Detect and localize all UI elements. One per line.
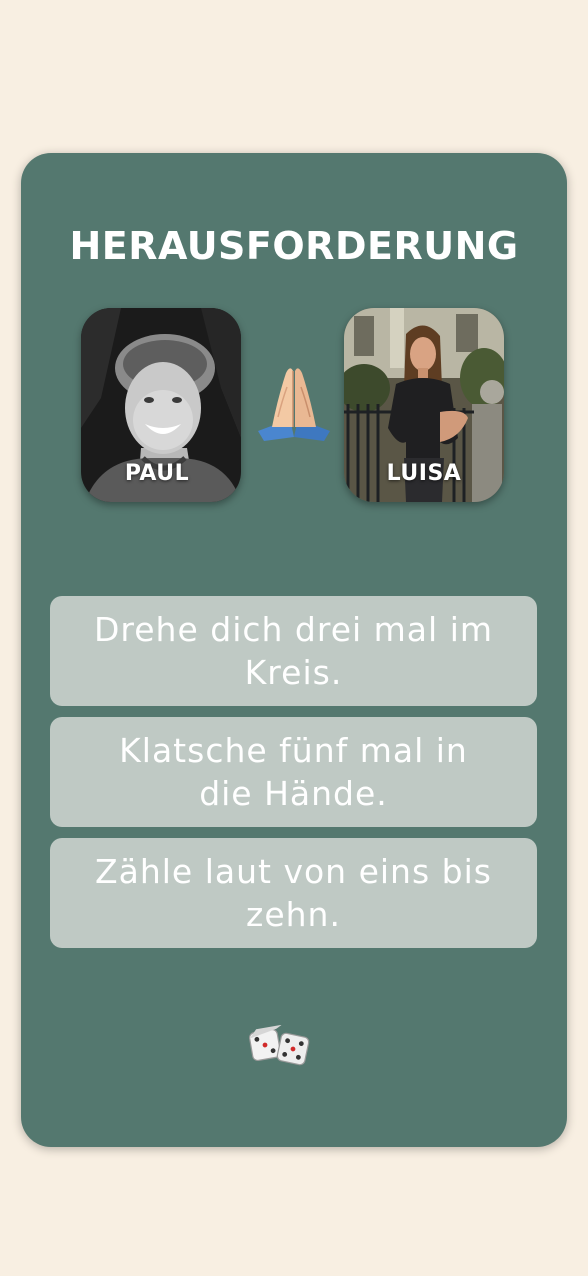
challenge-card: HERAUSFORDERUNG PAUL LUISA Drehe dich dr… [21, 153, 567, 1147]
page-title: HERAUSFORDERUNG [69, 224, 519, 268]
player-card-paul[interactable]: PAUL [81, 308, 241, 502]
challenge-text: Drehe dich drei mal im Kreis. [93, 610, 494, 692]
challenge-option[interactable]: Drehe dich drei mal im Kreis. [50, 596, 537, 706]
dice-icon[interactable] [247, 1024, 313, 1067]
challenge-option[interactable]: Klatsche fünf mal in die Hände. [50, 717, 537, 827]
challenge-option[interactable]: Zähle laut von eins bis zehn. [50, 838, 537, 948]
player-name: PAUL [124, 461, 190, 486]
player-name: LUISA [386, 461, 462, 486]
challenge-text: Zähle laut von eins bis zehn. [95, 852, 492, 934]
folded-hands-icon [250, 357, 338, 445]
challenge-text: Klatsche fünf mal in die Hände. [119, 731, 468, 813]
player-card-luisa[interactable]: LUISA [344, 308, 504, 502]
